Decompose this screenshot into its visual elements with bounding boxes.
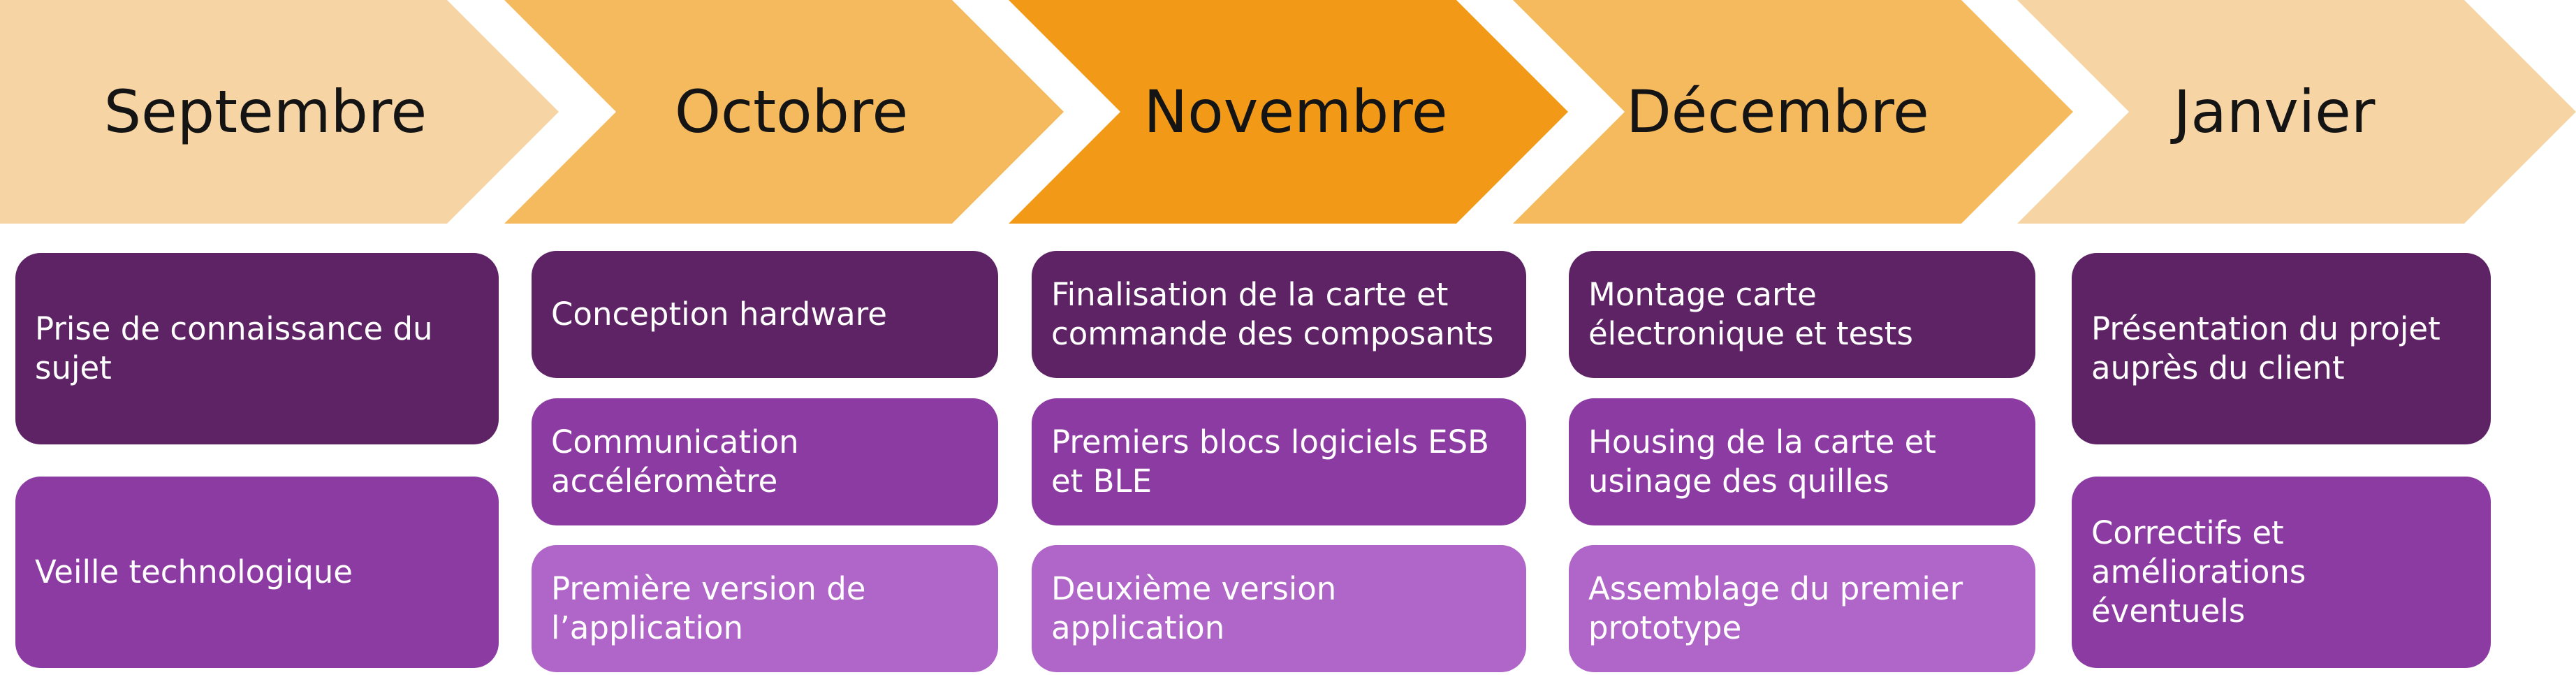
task-text: Premiers blocs logiciels ESB et BLE	[1051, 423, 1490, 500]
task-text: Correctifs et améliorations éventuels	[2091, 514, 2306, 630]
task-card: Conception hardware	[532, 251, 998, 378]
task-card: Veille technologique	[15, 477, 499, 668]
task-card: Assemblage du premier prototype	[1569, 545, 2035, 672]
task-text: Deuxième version application	[1051, 570, 1337, 646]
month-label-decembre: Décembre	[1626, 78, 1929, 146]
task-card: Montage carte électronique et tests	[1569, 251, 2035, 378]
task-text: Conception hardware	[551, 296, 887, 333]
task-text: Assemblage du premier prototype	[1588, 570, 1963, 646]
task-card: Communication accéléromètre	[532, 398, 998, 525]
task-card: Finalisation de la carte et commande des…	[1032, 251, 1526, 378]
task-card: Première version de l’application	[532, 545, 998, 672]
task-text: Housing de la carte et usinage des quill…	[1588, 423, 1936, 500]
task-text: Montage carte électronique et tests	[1588, 276, 1913, 352]
task-card: Housing de la carte et usinage des quill…	[1569, 398, 2035, 525]
task-card: Présentation du projet auprès du client	[2072, 253, 2491, 444]
task-card: Correctifs et améliorations éventuels	[2072, 477, 2491, 668]
task-card: Premiers blocs logiciels ESB et BLE	[1032, 398, 1526, 525]
month-label-octobre: Octobre	[674, 78, 909, 146]
month-label-septembre: Septembre	[103, 78, 427, 146]
task-text: Présentation du projet auprès du client	[2091, 310, 2440, 386]
task-card: Prise de connaissance du sujet	[15, 253, 499, 444]
task-text: Communication accéléromètre	[551, 423, 799, 500]
task-text: Prise de connaissance du sujet	[35, 310, 433, 386]
month-label-novembre: Novembre	[1143, 78, 1448, 146]
task-text: Finalisation de la carte et commande des…	[1051, 276, 1494, 352]
month-label-janvier: Janvier	[2173, 78, 2376, 146]
task-text: Veille technologique	[35, 553, 353, 590]
task-text: Première version de l’application	[551, 570, 866, 646]
task-card: Deuxième version application	[1032, 545, 1526, 672]
